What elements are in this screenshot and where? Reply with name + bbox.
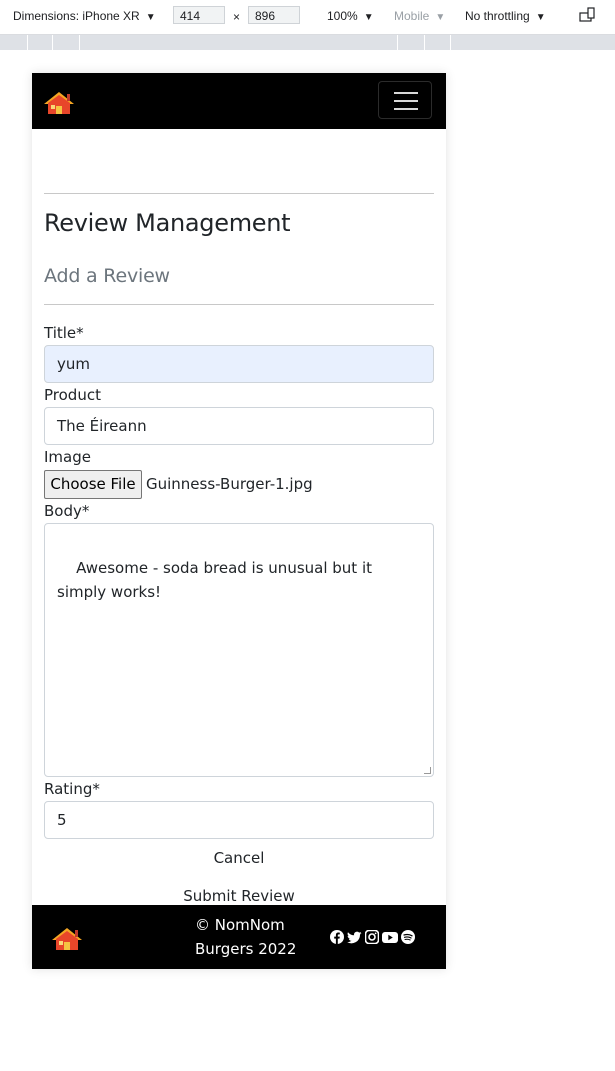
- zoom-select-label: 100%: [327, 9, 358, 23]
- chevron-down-icon: ▼: [535, 12, 546, 23]
- youtube-icon[interactable]: [382, 930, 398, 944]
- instagram-icon[interactable]: [365, 930, 379, 944]
- home-icon[interactable]: [43, 91, 75, 120]
- chevron-down-icon: ▼: [363, 12, 374, 23]
- rating-input[interactable]: 5: [44, 801, 434, 839]
- ruler-divider: [424, 35, 425, 50]
- hamburger-icon: [394, 92, 418, 94]
- facebook-icon[interactable]: [330, 930, 344, 944]
- divider: [44, 304, 434, 305]
- product-label: Product: [44, 386, 101, 404]
- home-icon[interactable]: [51, 927, 83, 956]
- cancel-button[interactable]: Cancel: [32, 849, 446, 867]
- copyright-text: © NomNom Burgers 2022: [195, 913, 305, 961]
- height-input[interactable]: 896: [248, 6, 300, 24]
- page-title: Review Management: [44, 209, 291, 237]
- ruler-divider: [27, 35, 28, 50]
- throttle-select-label: No throttling: [465, 9, 530, 23]
- dimension-separator: ×: [233, 10, 241, 24]
- rotate-icon[interactable]: [579, 7, 597, 26]
- image-label: Image: [44, 448, 91, 466]
- chevron-down-icon: ▼: [145, 12, 156, 23]
- choose-file-button[interactable]: Choose File: [44, 470, 142, 499]
- hamburger-icon: [394, 108, 418, 110]
- mode-select-label: Mobile: [394, 9, 430, 23]
- copyright-line-2: Burgers 2022: [195, 940, 297, 958]
- spotify-icon[interactable]: [401, 930, 415, 944]
- navbar: [32, 73, 446, 129]
- mode-select[interactable]: Mobile ▼: [394, 9, 445, 23]
- ruler-divider: [397, 35, 398, 50]
- media-query-bar[interactable]: [0, 35, 615, 50]
- chevron-down-icon: ▼: [435, 12, 446, 23]
- width-input[interactable]: 414: [173, 6, 225, 24]
- zoom-select[interactable]: 100% ▼: [327, 9, 374, 23]
- copyright-line-1: © NomNom: [195, 916, 285, 934]
- ruler-divider: [450, 35, 451, 50]
- body-text: Awesome - soda bread is unusual but it s…: [57, 559, 377, 601]
- navbar-toggler-button[interactable]: [378, 81, 432, 119]
- device-select[interactable]: Dimensions: iPhone XR ▼: [13, 9, 156, 23]
- social-links: [330, 930, 415, 944]
- submit-review-button[interactable]: Submit Review: [32, 887, 446, 905]
- devtools-device-toolbar: Dimensions: iPhone XR ▼ 414 × 896 100% ▼ M…: [0, 0, 615, 35]
- title-input[interactable]: yum: [44, 345, 434, 383]
- product-select[interactable]: The Éireann: [44, 407, 434, 445]
- body-textarea[interactable]: Awesome - soda bread is unusual but it s…: [44, 523, 434, 777]
- file-name: Guinness-Burger-1.jpg: [146, 475, 313, 493]
- page-subtitle: Add a Review: [44, 265, 170, 287]
- resize-handle-icon[interactable]: [424, 767, 431, 774]
- body-label: Body*: [44, 502, 90, 520]
- rating-label: Rating*: [44, 780, 100, 798]
- title-label: Title*: [44, 324, 84, 342]
- footer: © NomNom Burgers 2022: [32, 905, 446, 969]
- divider: [44, 193, 434, 194]
- device-viewport: Review Management Add a Review Title* yu…: [32, 73, 446, 969]
- ruler-divider: [79, 35, 80, 50]
- hamburger-icon: [394, 100, 418, 102]
- device-select-label: Dimensions: iPhone XR: [13, 9, 140, 23]
- twitter-icon[interactable]: [347, 930, 362, 944]
- ruler-divider: [52, 35, 53, 50]
- throttle-select[interactable]: No throttling ▼: [465, 9, 546, 23]
